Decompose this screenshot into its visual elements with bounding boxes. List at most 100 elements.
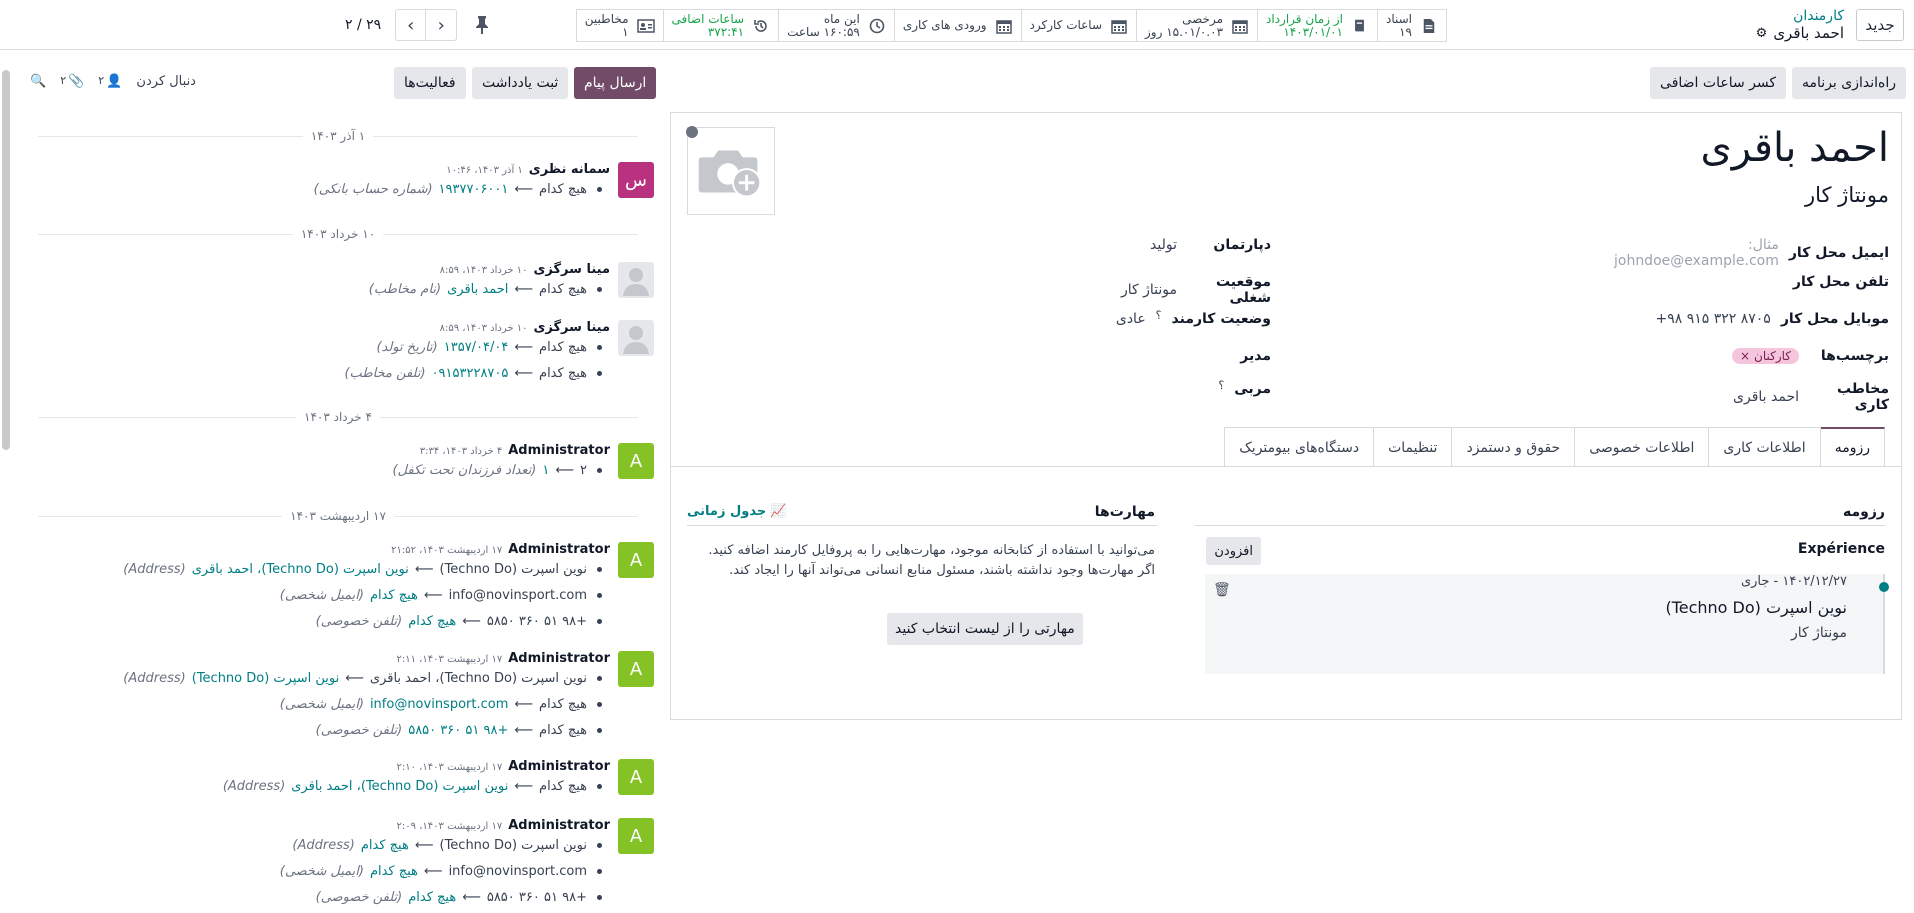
message-header: Administrator ۴ خرداد ۱۴۰۳، ۳:۳۴ <box>420 443 610 458</box>
log-note-button[interactable]: ثبت یادداشت <box>472 67 569 99</box>
chatter-tools: دنبال کردن 👤 ۲ 📎 ۲ 🔍 <box>30 74 196 89</box>
avatar[interactable] <box>618 320 654 356</box>
message-date: ۱۰ خرداد ۱۴۰۳، ۸:۵۹ <box>439 323 528 334</box>
breadcrumb-parent-link[interactable]: کارمندان <box>1756 8 1844 25</box>
mobile-input[interactable]: +۹۸ ۹۱۵ ۳۲۲ ۸۷۰۵ <box>1656 311 1771 327</box>
message-author[interactable]: Administrator <box>508 542 610 557</box>
smart-button-4[interactable]: ورودی های کاری <box>893 10 1021 41</box>
new-button[interactable]: جدید <box>1856 9 1904 41</box>
bullet <box>597 843 602 848</box>
mobile-label: موبایل محل کار <box>1780 311 1889 327</box>
smart-button-label: ساعات کارکرد <box>1029 18 1103 32</box>
new-value: نوین اسپرت (Techno Do) <box>191 671 340 686</box>
tag-badge[interactable]: کارکنان × <box>1731 348 1799 364</box>
avatar[interactable] <box>618 262 654 298</box>
smart-button-label: اسناد <box>1385 11 1412 26</box>
employee-name[interactable]: احمد باقری <box>1701 125 1890 171</box>
add-resume-line-button[interactable]: افزودن <box>1206 537 1261 565</box>
avatar[interactable]: A <box>618 542 654 578</box>
attachments-button[interactable]: 📎 ۲ <box>60 74 84 89</box>
pick-skill-button[interactable]: مهارتی را از لیست انتخاب کنید <box>887 613 1083 645</box>
chatter-scrollbar[interactable] <box>2 70 10 450</box>
gear-icon[interactable]: ⚙ <box>1756 25 1768 42</box>
old-value: نوین اسپرت (Techno Do) <box>439 562 587 577</box>
arrow-left-icon: ⟵ <box>514 282 534 297</box>
work-contact-row: مخاطب کاری احمد باقری <box>1733 381 1889 413</box>
employee-photo[interactable] <box>686 126 775 215</box>
followers-button[interactable]: 👤 ۲ <box>98 74 122 89</box>
tab-2[interactable]: اطلاعات خصوصی <box>1574 427 1710 467</box>
tab-3[interactable]: حقوق و دستمزد <box>1451 427 1576 467</box>
previous-record-button[interactable]: ‹ <box>426 10 456 40</box>
next-record-button[interactable]: › <box>396 10 427 40</box>
smart-button-2[interactable]: مرخصی ۱۵.۰۱/۰.۰۳ روز <box>1136 10 1257 41</box>
job-position-label: موقعیت شغلی <box>1215 274 1271 306</box>
bullet <box>597 567 602 572</box>
resume-divider <box>1195 525 1885 526</box>
smart-button-text: ورودی های کاری <box>903 19 987 32</box>
smart-button-7[interactable]: مخاطبین ۱ <box>577 10 663 41</box>
employee-job-title[interactable]: مونتاژ کار <box>1805 183 1889 207</box>
help-icon[interactable]: ؟ <box>1218 379 1224 392</box>
help-icon[interactable]: ؟ <box>1156 309 1162 322</box>
message-author[interactable]: مینا سرگزی <box>533 320 610 335</box>
new-value: هیچ کدام <box>369 588 418 603</box>
employee-status-input[interactable]: عادی <box>1116 311 1146 327</box>
avatar[interactable]: A <box>618 818 654 854</box>
arrow-left-icon: ⟵ <box>514 779 534 794</box>
field-name: (شماره حساب بانکی) <box>313 182 433 197</box>
send-message-button[interactable]: ارسال پیام <box>574 67 657 99</box>
breadcrumb-current: احمد باقری <box>1773 24 1844 42</box>
tab-1[interactable]: اطلاعات کاری <box>1708 427 1821 467</box>
avatar[interactable]: A <box>618 759 654 795</box>
avatar[interactable]: س <box>618 162 654 198</box>
department-input[interactable]: تولید <box>1150 237 1177 253</box>
tags-label: برچسب‌ها <box>1820 348 1889 364</box>
message-author[interactable]: Administrator <box>508 443 610 458</box>
avatar[interactable]: A <box>618 651 654 687</box>
smart-button-6[interactable]: ساعات اضافی ۳۷۲:۴۱ <box>662 10 779 41</box>
camera-add-icon <box>698 150 762 198</box>
message-author[interactable]: Administrator <box>508 759 610 774</box>
bullet <box>597 619 602 624</box>
search-icon[interactable]: 🔍 <box>30 74 46 89</box>
message-author[interactable]: مینا سرگزی <box>533 262 610 277</box>
tab-5[interactable]: دستگاه‌های بیومتریک <box>1224 427 1375 467</box>
old-value: نوین اسپرت (Techno Do)، احمد باقری <box>369 671 587 686</box>
field-name: (نام مخاطب) <box>368 282 442 297</box>
plan-wizard-button[interactable]: راه‌اندازی برنامه <box>1792 67 1906 99</box>
status-dot <box>686 126 698 138</box>
tab-4[interactable]: تنظیمات <box>1373 427 1453 467</box>
remove-tag-icon[interactable]: × <box>1740 349 1750 363</box>
deduct-overtime-button[interactable]: کسر ساعات اضافی <box>1650 67 1787 99</box>
calendar-icon <box>1231 17 1249 35</box>
avatar[interactable]: A <box>618 443 654 479</box>
pager-count[interactable]: ۲۹ / ۲ <box>337 17 389 33</box>
resume-line-card[interactable]: ۱۴۰۲/۱۲/۲۷ - جاری نوین اسپرت (Techno Do)… <box>1205 574 1889 674</box>
message-date: ۱۷ اردیبهشت ۱۴۰۳، ۲۱:۵۲ <box>391 545 503 556</box>
field-name: (Address) <box>222 779 286 794</box>
job-position-input[interactable]: مونتاژ کار <box>1121 282 1177 298</box>
tracking-value-line: هیچ کدام ⟵ info@novinsport.com (ایمیل شخصی) <box>280 697 602 712</box>
message-author[interactable]: Administrator <box>508 818 610 833</box>
smart-button-3[interactable]: ساعات کارکرد <box>1020 10 1136 41</box>
trash-icon[interactable]: 🗑 <box>1213 582 1231 598</box>
work-email-input[interactable]: مثال: johndoe@example.com <box>1579 237 1779 269</box>
message-header: Administrator ۱۷ اردیبهشت ۱۴۰۳، ۲:۰۹ <box>397 818 610 833</box>
message-author[interactable]: سمانه نظری <box>529 162 610 177</box>
smart-button-label: ساعات اضافی <box>671 11 745 26</box>
smart-button-value: ۱۶۰:۵۹ ساعت <box>787 24 860 39</box>
message-date: ۱۷ اردیبهشت ۱۴۰۳، ۲:۱۱ <box>396 654 503 665</box>
smart-button-0[interactable]: اسناد ۱۹ <box>1376 10 1446 41</box>
address-card-icon <box>636 17 655 35</box>
activities-button[interactable]: فعالیت‌ها <box>394 67 466 99</box>
message-author[interactable]: Administrator <box>508 651 610 666</box>
tab-0[interactable]: رزومه <box>1819 427 1885 467</box>
pin-icon[interactable] <box>475 15 489 35</box>
work-contact-input[interactable]: احمد باقری <box>1733 389 1799 405</box>
timeline-link[interactable]: 📈 جدول زمانی <box>687 504 786 519</box>
follow-button[interactable]: دنبال کردن <box>136 74 196 89</box>
smart-button-1[interactable]: از زمان قرارداد ۱۴۰۳/۰۱/۰۱ <box>1257 10 1377 41</box>
smart-button-5[interactable]: این ماه ۱۶۰:۵۹ ساعت <box>778 10 894 41</box>
paperclip-icon: 📎 <box>68 74 85 89</box>
